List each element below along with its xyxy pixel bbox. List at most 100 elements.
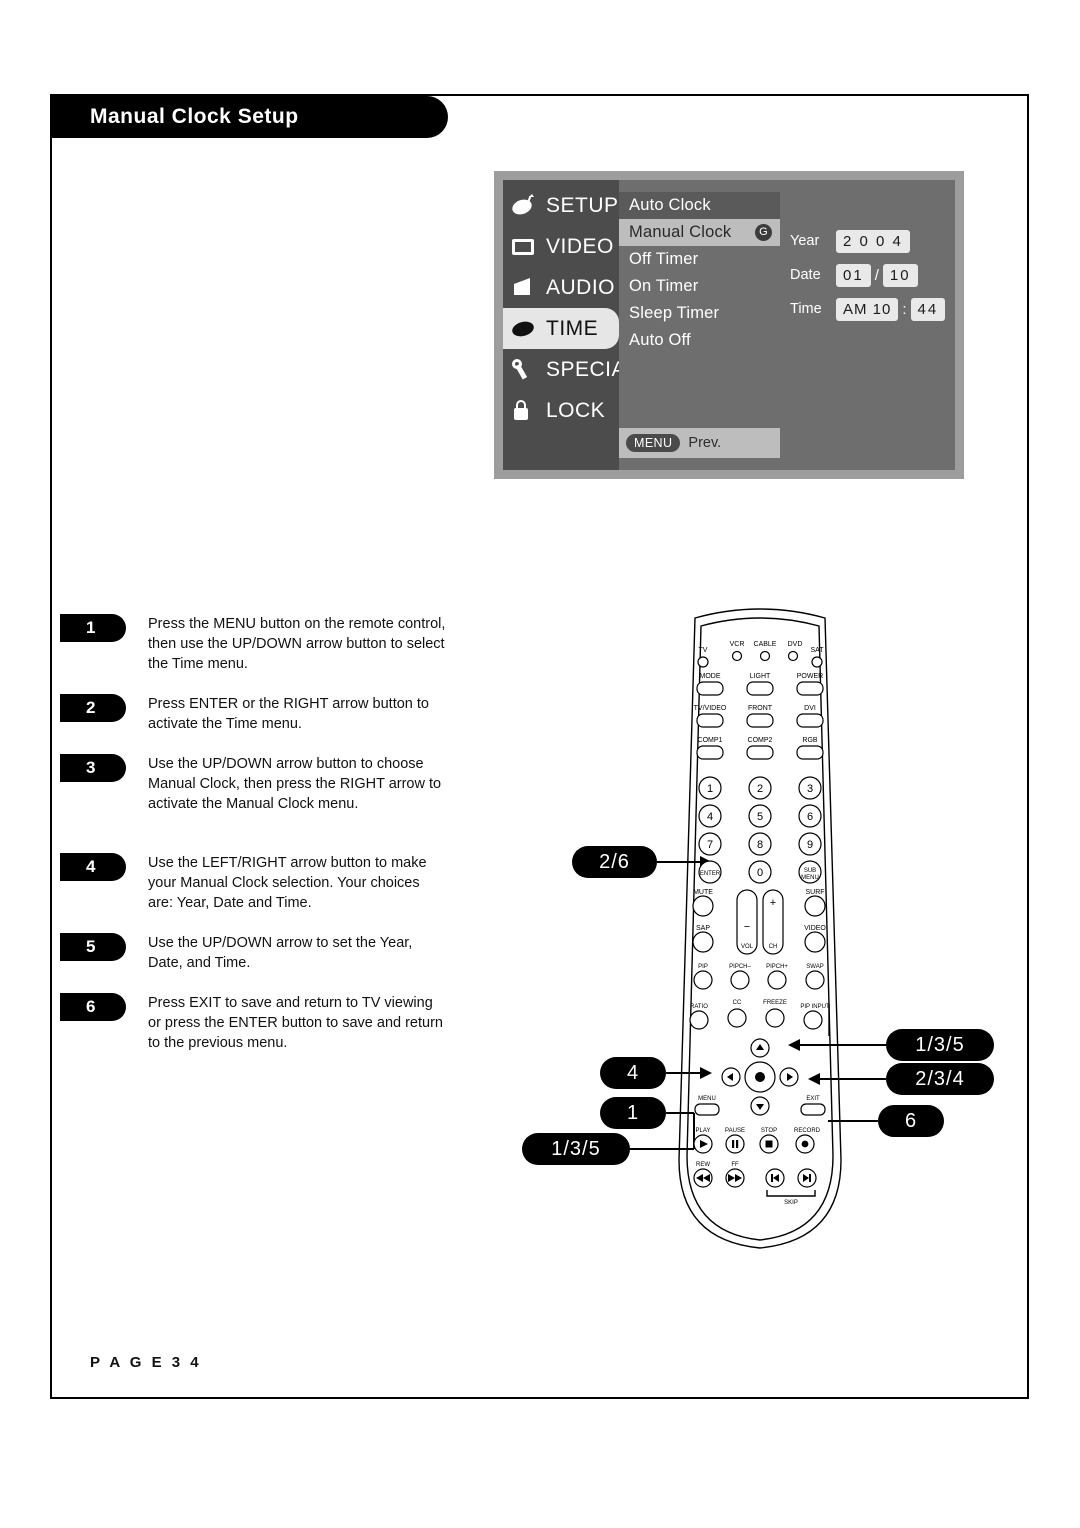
step-3-text: Use the UP/DOWN arrow button to choose M…: [148, 756, 442, 812]
svg-text:PIP INPUT: PIP INPUT: [800, 1004, 830, 1010]
step-4-text: Use the LEFT/RIGHT arrow button to make …: [148, 855, 427, 911]
field-year-value[interactable]: 2 0 0 4: [836, 229, 910, 253]
svg-text:6: 6: [807, 811, 813, 823]
svg-text:ENTER: ENTER: [700, 871, 721, 877]
satellite-dish-icon: [509, 193, 539, 219]
field-time-minute[interactable]: 44: [910, 297, 946, 321]
osd-menu-item-manual-clock[interactable]: Manual Clock G: [619, 219, 780, 246]
svg-text:PIP: PIP: [698, 964, 708, 970]
osd-category-label: SETUP: [546, 193, 619, 217]
field-date-day[interactable]: 10: [882, 263, 918, 287]
osd-selected-marker: G: [755, 224, 772, 241]
step-1-number: 1: [60, 614, 126, 642]
osd-category-label: LOCK: [546, 398, 606, 422]
osd-menu-item-auto-clock[interactable]: Auto Clock: [619, 192, 780, 219]
callout-1-3-5-right: 1/3/5: [886, 1029, 994, 1061]
page-footer: P A G E 3 4: [90, 1354, 202, 1371]
wrench-icon: [509, 357, 539, 383]
callout-6: 6: [878, 1105, 944, 1137]
svg-text:COMP2: COMP2: [748, 737, 773, 744]
padlock-icon: [509, 398, 539, 424]
osd-menu-item-label: Manual Clock: [629, 223, 732, 241]
prev-label: Prev.: [688, 435, 722, 451]
osd-category-label: TIME: [546, 316, 599, 340]
step-4: 4 Use the LEFT/RIGHT arrow button to mak…: [60, 853, 448, 913]
osd-menu-item-off-timer[interactable]: Off Timer: [619, 246, 780, 273]
osd-category-special[interactable]: SPECIAL: [503, 349, 638, 390]
osd-category-setup[interactable]: SETUP: [503, 185, 619, 226]
svg-text:VOL: VOL: [741, 944, 754, 950]
svg-text:RGB: RGB: [802, 737, 818, 744]
callout-2-6: 2/6: [572, 846, 657, 878]
field-time-separator: :: [902, 300, 907, 318]
osd-menu-item-auto-off[interactable]: Auto Off: [619, 327, 780, 354]
svg-text:FF: FF: [731, 1162, 739, 1168]
svg-text:VIDEO: VIDEO: [804, 925, 826, 932]
step-1: 1 Press the MENU button on the remote co…: [60, 614, 448, 674]
svg-text:SAP: SAP: [696, 925, 710, 932]
clock-icon: [509, 316, 539, 342]
svg-text:SURF: SURF: [805, 889, 824, 896]
step-3-number: 3: [60, 754, 126, 782]
field-date-separator: /: [874, 266, 879, 284]
step-4-number: 4: [60, 853, 126, 881]
svg-text:3: 3: [807, 783, 813, 795]
svg-text:2: 2: [757, 783, 763, 795]
page-title-banner: Manual Clock Setup: [50, 96, 448, 138]
menu-button-chip[interactable]: MENU: [626, 434, 681, 452]
svg-text:9: 9: [807, 839, 813, 851]
svg-text:SWAP: SWAP: [806, 964, 823, 970]
svg-text:POWER: POWER: [797, 673, 823, 680]
svg-text:FRONT: FRONT: [748, 705, 773, 712]
osd-category-label: AUDIO: [546, 275, 616, 299]
svg-text:DVD: DVD: [788, 641, 803, 648]
osd-category-label: VIDEO: [546, 234, 614, 258]
remote-control-illustration: .bd{fill:none;stroke:#000;stroke-width:1…: [655, 600, 865, 1260]
step-2-number: 2: [60, 694, 126, 722]
page-title: Manual Clock Setup: [90, 105, 299, 128]
field-time-hour[interactable]: AM 10: [836, 297, 899, 321]
osd-category-video[interactable]: VIDEO: [503, 226, 619, 267]
osd-menu-item-on-timer[interactable]: On Timer: [619, 273, 780, 300]
osd-menu-column: Auto Clock Manual Clock G Off Timer On T…: [619, 180, 780, 470]
field-date[interactable]: Date 01 / 10: [790, 262, 955, 288]
svg-text:SUB: SUB: [804, 868, 816, 874]
osd-category-audio[interactable]: AUDIO: [503, 267, 619, 308]
svg-text:PLAY: PLAY: [696, 1128, 711, 1134]
svg-text:DVI: DVI: [804, 705, 816, 712]
field-time[interactable]: Time AM 10 : 44: [790, 296, 955, 322]
osd-prev-bar[interactable]: MENU Prev.: [619, 428, 780, 458]
step-5-text: Use the UP/DOWN arrow to set the Year, D…: [148, 935, 413, 971]
svg-text:MUTE: MUTE: [693, 889, 713, 896]
svg-text:EXIT: EXIT: [806, 1096, 820, 1102]
svg-text:RATIO: RATIO: [690, 1004, 708, 1010]
field-time-label: Time: [790, 301, 822, 317]
svg-text:CABLE: CABLE: [754, 641, 777, 648]
osd-menu-item-sleep-timer[interactable]: Sleep Timer: [619, 300, 780, 327]
step-5-number: 5: [60, 933, 126, 961]
step-2-text: Press ENTER or the RIGHT arrow button to…: [148, 696, 429, 732]
svg-text:4: 4: [707, 811, 713, 823]
tv-screen-icon: [509, 234, 539, 260]
svg-text:RECORD: RECORD: [794, 1128, 821, 1134]
svg-text:REW: REW: [696, 1162, 710, 1168]
osd-panel: SETUP VIDEO AUDIO TIME SPECIAL LOCK Auto…: [494, 171, 964, 479]
speaker-icon: [509, 275, 539, 301]
svg-text:PIPCH–: PIPCH–: [729, 964, 751, 970]
svg-text:FREEZE: FREEZE: [763, 1000, 787, 1006]
field-year[interactable]: Year 2 0 0 4: [790, 228, 955, 254]
step-1-text: Press the MENU button on the remote cont…: [148, 616, 446, 672]
svg-text:MENU: MENU: [801, 875, 819, 881]
field-date-month[interactable]: 01: [836, 263, 871, 287]
osd-value-column: Year 2 0 0 4 Date 01 / 10 Time AM 10 : 4…: [780, 180, 955, 470]
svg-text:7: 7: [707, 839, 713, 851]
step-6-text: Press EXIT to save and return to TV view…: [148, 995, 443, 1051]
step-6: 6 Press EXIT to save and return to TV vi…: [60, 993, 448, 1053]
svg-text:1: 1: [707, 783, 713, 795]
svg-text:MENU: MENU: [698, 1096, 716, 1102]
osd-category-lock[interactable]: LOCK: [503, 390, 619, 431]
step-6-number: 6: [60, 993, 126, 1021]
svg-text:−: −: [744, 921, 750, 933]
callout-1-3-5-bottom: 1/3/5: [522, 1133, 630, 1165]
osd-category-time[interactable]: TIME: [503, 308, 619, 349]
